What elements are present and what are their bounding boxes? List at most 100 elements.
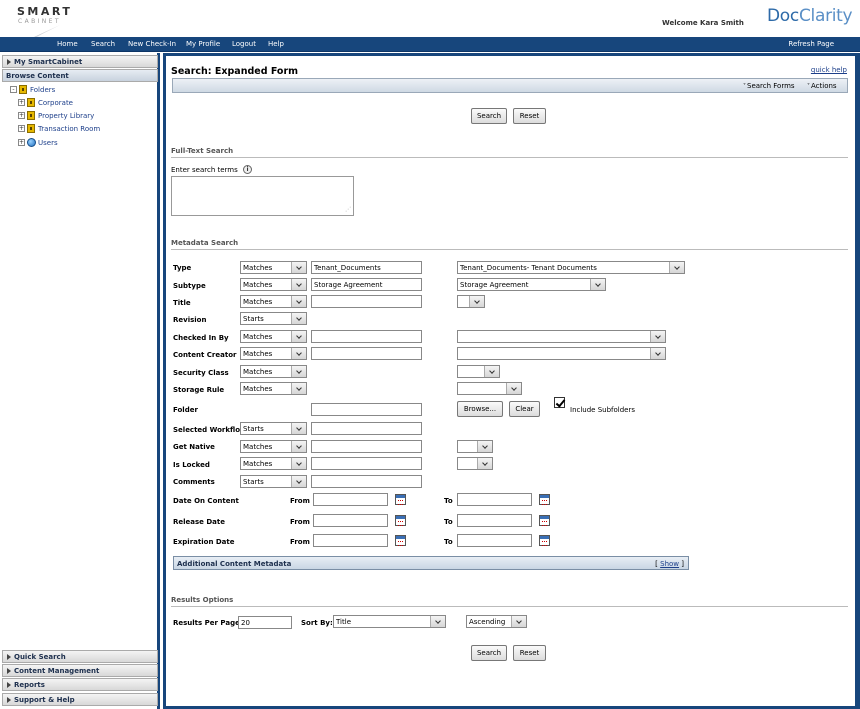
- results-per-page-input[interactable]: 20: [238, 616, 292, 629]
- enter-search-terms-label: Enter search terms: [171, 166, 238, 174]
- content-creator-operator-select[interactable]: Matches: [240, 347, 307, 360]
- tree-toggle-icon[interactable]: -: [10, 86, 17, 93]
- is-locked-picker-select[interactable]: [457, 457, 493, 470]
- chevron-down-icon: [291, 313, 306, 324]
- include-subfolders-checkbox[interactable]: [554, 397, 565, 408]
- tree-item-property-library[interactable]: Property Library: [38, 112, 94, 120]
- nav-home[interactable]: Home: [57, 40, 78, 48]
- type-picker-select[interactable]: Tenant_Documents- Tenant Documents: [457, 261, 685, 274]
- chevron-down-icon: [484, 366, 499, 377]
- sidebar-browse-content[interactable]: Browse Content: [2, 69, 158, 82]
- date-on-content-to-input[interactable]: [457, 493, 532, 506]
- nav-my-profile[interactable]: My Profile: [186, 40, 220, 48]
- comments-value-input[interactable]: [311, 475, 422, 488]
- type-operator-select[interactable]: Matches: [240, 261, 307, 274]
- fulltext-search-input[interactable]: ⋰: [171, 176, 354, 216]
- reset-button-top[interactable]: Reset: [513, 108, 546, 124]
- security-class-picker-select[interactable]: [457, 365, 500, 378]
- sidebar-quick-search[interactable]: Quick Search: [2, 650, 158, 663]
- tree-toggle-icon[interactable]: +: [18, 125, 25, 132]
- security-class-operator-select[interactable]: Matches: [240, 365, 307, 378]
- clear-button[interactable]: Clear: [509, 401, 540, 417]
- title-operator-select[interactable]: Matches: [240, 295, 307, 308]
- tree-toggle-icon[interactable]: +: [18, 112, 25, 119]
- calendar-icon[interactable]: [539, 494, 550, 505]
- sidebar-header-label: Browse Content: [6, 72, 69, 80]
- calendar-icon[interactable]: [539, 515, 550, 526]
- revision-operator-select[interactable]: Starts: [240, 312, 307, 325]
- tree-item-transaction-room[interactable]: Transaction Room: [38, 125, 100, 133]
- get-native-operator-select[interactable]: Matches: [240, 440, 307, 453]
- nav-logout[interactable]: Logout: [232, 40, 256, 48]
- app-header: SMART CABINET Welcome Kara Smith DocClar…: [0, 0, 860, 47]
- nav-search[interactable]: Search: [91, 40, 115, 48]
- info-icon[interactable]: i: [243, 165, 252, 174]
- calendar-icon[interactable]: [395, 515, 406, 526]
- show-link[interactable]: Show: [660, 560, 679, 568]
- reset-button-bottom[interactable]: Reset: [513, 645, 546, 661]
- search-button-bottom[interactable]: Search: [471, 645, 507, 661]
- checked-in-by-operator-select[interactable]: Matches: [240, 330, 307, 343]
- sort-by-select[interactable]: Title: [333, 615, 446, 628]
- calendar-icon[interactable]: [395, 494, 406, 505]
- select-value: Matches: [243, 460, 273, 468]
- search-button-top[interactable]: Search: [471, 108, 507, 124]
- form-toolbar: ˅Search Forms ˅Actions: [172, 78, 848, 93]
- nav-help[interactable]: Help: [268, 40, 284, 48]
- storage-rule-picker-select[interactable]: [457, 382, 522, 395]
- tree-item-corporate[interactable]: Corporate: [38, 99, 73, 107]
- tree-toggle-icon[interactable]: +: [18, 139, 25, 146]
- main-panel: Search: Expanded Form quick help ˅Search…: [163, 53, 860, 709]
- get-native-picker-select[interactable]: [457, 440, 493, 453]
- subtype-value-input[interactable]: Storage Agreement: [311, 278, 422, 291]
- subtype-picker-select[interactable]: Storage Agreement: [457, 278, 606, 291]
- get-native-value-input[interactable]: [311, 440, 422, 453]
- from-label: From: [290, 538, 310, 546]
- calendar-icon[interactable]: [539, 535, 550, 546]
- docclarity-logo: DocClarity: [767, 6, 853, 26]
- expiration-date-to-input[interactable]: [457, 534, 532, 547]
- select-value: Matches: [243, 281, 273, 289]
- sidebar-support-help[interactable]: Support & Help: [2, 693, 158, 706]
- calendar-icon[interactable]: [395, 535, 406, 546]
- results-section-title: Results Options: [171, 596, 234, 604]
- sidebar-reports[interactable]: Reports: [2, 678, 158, 691]
- is-locked-operator-select[interactable]: Matches: [240, 457, 307, 470]
- tree-item-folders[interactable]: Folders: [30, 86, 55, 94]
- content-creator-value-input[interactable]: [311, 347, 422, 360]
- title-picker-select[interactable]: [457, 295, 485, 308]
- tree-item-users[interactable]: Users: [38, 139, 58, 147]
- folder-value-input[interactable]: [311, 403, 422, 416]
- checked-in-by-value-input[interactable]: [311, 330, 422, 343]
- selected-workflow-operator-select[interactable]: Starts: [240, 422, 307, 435]
- checked-in-by-picker-select[interactable]: [457, 330, 666, 343]
- release-date-from-input[interactable]: [313, 514, 388, 527]
- show-toggle[interactable]: [ Show ]: [655, 560, 684, 568]
- release-date-to-input[interactable]: [457, 514, 532, 527]
- browse-button[interactable]: Browse...: [457, 401, 503, 417]
- type-value-input[interactable]: Tenant_Documents: [311, 261, 422, 274]
- actions-menu[interactable]: ˅Actions: [807, 82, 837, 90]
- date-on-content-from-input[interactable]: [313, 493, 388, 506]
- actions-label: Actions: [811, 82, 837, 90]
- refresh-page-link[interactable]: Refresh Page: [788, 40, 834, 48]
- title-value-input[interactable]: [311, 295, 422, 308]
- tree-toggle-icon[interactable]: +: [18, 99, 25, 106]
- content-creator-picker-select[interactable]: [457, 347, 666, 360]
- selected-workflow-value-input[interactable]: [311, 422, 422, 435]
- nav-new-check-in[interactable]: New Check-In: [128, 40, 176, 48]
- additional-content-metadata-bar: Additional Content Metadata [ Show ]: [173, 556, 689, 570]
- is-locked-value-input[interactable]: [311, 457, 422, 470]
- sidebar-my-smartcabinet[interactable]: My SmartCabinet: [2, 55, 158, 68]
- expiration-date-from-input[interactable]: [313, 534, 388, 547]
- brand-part-1: Doc: [767, 6, 799, 26]
- comments-operator-select[interactable]: Starts: [240, 475, 307, 488]
- folder-label: Folder: [173, 406, 198, 414]
- sidebar-content-management[interactable]: Content Management: [2, 664, 158, 677]
- quick-help-link[interactable]: quick help: [811, 66, 847, 74]
- subtype-operator-select[interactable]: Matches: [240, 278, 307, 291]
- resize-grip-icon[interactable]: ⋰: [345, 206, 351, 213]
- storage-rule-operator-select[interactable]: Matches: [240, 382, 307, 395]
- search-forms-menu[interactable]: ˅Search Forms: [743, 82, 795, 90]
- sort-order-select[interactable]: Ascending: [466, 615, 527, 628]
